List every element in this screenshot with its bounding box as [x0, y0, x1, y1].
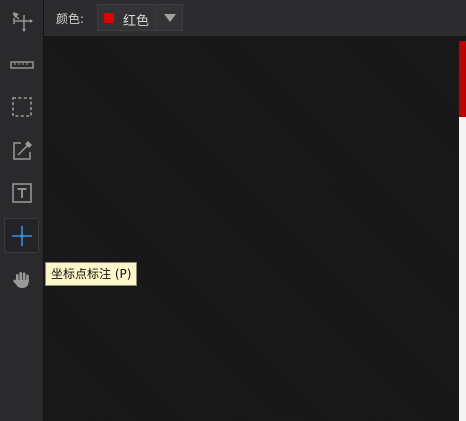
options-bar: 颜色: 红色 — [44, 0, 466, 37]
hand-tool-button[interactable] — [4, 261, 39, 296]
color-dropdown-value: 红色 — [123, 14, 150, 29]
coordinate-point-tool-button[interactable] — [4, 218, 39, 253]
ruler-tool-button[interactable] — [4, 47, 39, 82]
text-tool-button[interactable] — [4, 175, 39, 210]
tool-bar — [0, 0, 44, 421]
hand-icon — [12, 271, 29, 288]
move-tool-button[interactable] — [4, 3, 39, 38]
marquee-select-icon — [11, 96, 32, 117]
canvas-area[interactable] — [44, 37, 466, 421]
move-icon — [12, 11, 33, 32]
app-window: 颜色: 红色 坐标点标注 (P) — [0, 0, 466, 421]
tool-tooltip: 坐标点标注 (P) — [45, 262, 138, 286]
ruler-icon — [9, 60, 34, 69]
document-preview[interactable] — [459, 41, 466, 421]
color-dropdown[interactable]: 红色 — [97, 4, 183, 31]
color-label: 颜色: — [56, 12, 85, 26]
eyedropper-icon — [12, 140, 32, 160]
triangle-down-icon — [163, 13, 176, 22]
text-icon — [11, 182, 32, 203]
eyedropper-tool-button[interactable] — [4, 133, 39, 168]
document-red-block — [459, 41, 466, 117]
dropdown-arrow-button[interactable] — [156, 5, 182, 30]
marquee-tool-button[interactable] — [4, 89, 39, 124]
color-swatch — [104, 13, 114, 23]
crosshair-icon — [11, 225, 32, 246]
